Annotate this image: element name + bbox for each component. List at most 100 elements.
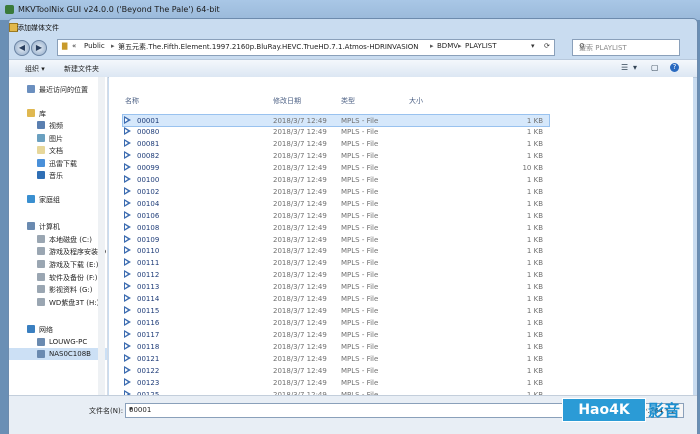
file-row[interactable]: 00111 2018/3/7 12:49 MPLS - File 1 KB: [123, 257, 549, 268]
file-row[interactable]: 00080 2018/3/7 12:49 MPLS - File 1 KB: [123, 126, 549, 137]
file-row[interactable]: 00108 2018/3/7 12:49 MPLS - File 1 KB: [123, 222, 549, 233]
drive-icon: [37, 285, 45, 293]
dropdown-icon[interactable]: ▾: [531, 42, 535, 50]
sidebar-scrollbar[interactable]: [98, 77, 105, 395]
file-type: MPLS - File: [341, 175, 379, 184]
breadcrumb-public[interactable]: Public: [84, 42, 105, 50]
file-row[interactable]: 00115 2018/3/7 12:49 MPLS - File 1 KB: [123, 305, 549, 316]
file-row[interactable]: 00099 2018/3/7 12:49 MPLS - File 10 KB: [123, 162, 549, 173]
sidebar-item-label: 本地磁盘 (C:): [49, 236, 92, 244]
sidebar-item[interactable]: NAS0C108B: [9, 348, 107, 360]
sidebar-item-label: WD紫盘3T (H:): [49, 299, 100, 307]
file-type: MPLS - File: [341, 235, 379, 244]
file-row[interactable]: 00104 2018/3/7 12:49 MPLS - File 1 KB: [123, 198, 549, 209]
sidebar-item[interactable]: 游戏及下载 (E:): [9, 258, 107, 270]
file-row[interactable]: 00102 2018/3/7 12:49 MPLS - File 1 KB: [123, 186, 549, 197]
new-folder-button[interactable]: 新建文件夹: [64, 64, 99, 74]
file-size: 1 KB: [526, 117, 543, 125]
view-options-icon[interactable]: ☰: [621, 63, 628, 72]
file-row[interactable]: 00110 2018/3/7 12:49 MPLS - File 1 KB: [123, 245, 549, 256]
sidebar-item[interactable]: 库: [9, 107, 107, 119]
back-arrow-icon[interactable]: ◀: [14, 40, 30, 56]
sidebar-item[interactable]: 最近访问的位置: [9, 83, 107, 95]
sidebar-item[interactable]: 家庭组: [9, 193, 107, 205]
sidebar-item[interactable]: 游戏及程序安装(D: [9, 245, 107, 257]
forward-arrow-icon[interactable]: ▶: [31, 40, 47, 56]
file-date: 2018/3/7 12:49: [273, 117, 327, 125]
search-input[interactable]: 搜索 PLAYLIST ⚲: [572, 39, 680, 56]
column-header-date[interactable]: 修改日期: [273, 96, 301, 106]
sidebar-item[interactable]: LOUWG-PC: [9, 336, 107, 348]
preview-pane-icon[interactable]: ▢: [651, 63, 659, 72]
file-type: MPLS - File: [341, 355, 379, 363]
organize-menu[interactable]: 组织 ▾: [25, 64, 45, 74]
file-name: 00117: [137, 331, 160, 340]
sidebar-item-label: 软件及备份 (F:): [49, 274, 98, 282]
sidebar-item[interactable]: 软件及备份 (F:): [9, 271, 107, 283]
file-row[interactable]: 00081 2018/3/7 12:49 MPLS - File 1 KB: [123, 138, 549, 149]
media-file-icon: [124, 365, 131, 374]
help-icon[interactable]: ?: [670, 63, 679, 72]
file-row[interactable]: 00116 2018/3/7 12:49 MPLS - File 1 KB: [123, 317, 549, 328]
file-row[interactable]: 00100 2018/3/7 12:49 MPLS - File 1 KB: [123, 174, 549, 185]
chevron-down-icon[interactable]: ▾: [129, 405, 565, 413]
sidebar-item[interactable]: 音乐: [9, 169, 107, 181]
sidebar-item[interactable]: 本地磁盘 (C:): [9, 233, 107, 245]
network-icon: [27, 325, 35, 333]
file-type: MPLS - File: [341, 283, 379, 292]
file-row[interactable]: 00118 2018/3/7 12:49 MPLS - File 1 KB: [123, 341, 549, 352]
media-file-icon: [124, 330, 131, 339]
column-header-name[interactable]: 名称: [125, 96, 139, 106]
file-type: MPLS - File: [341, 331, 379, 340]
file-size: 1 KB: [526, 378, 543, 387]
sidebar-item[interactable]: 影视资料 (G:): [9, 283, 107, 295]
sidebar-item[interactable]: 文档: [9, 144, 107, 156]
column-header-type[interactable]: 类型: [341, 96, 355, 106]
sidebar-item[interactable]: 网络: [9, 323, 107, 335]
drive-icon: [37, 235, 45, 243]
media-file-icon: [124, 282, 131, 291]
file-row[interactable]: 00106 2018/3/7 12:49 MPLS - File 1 KB: [123, 210, 549, 221]
file-date: 2018/3/7 12:49: [273, 319, 327, 328]
file-row[interactable]: 00109 2018/3/7 12:49 MPLS - File 1 KB: [123, 234, 549, 245]
sidebar-item[interactable]: 图片: [9, 132, 107, 144]
file-row[interactable]: 00117 2018/3/7 12:49 MPLS - File 1 KB: [123, 329, 549, 340]
search-icon[interactable]: ⚲: [579, 42, 676, 51]
chevron-down-icon[interactable]: ▾: [633, 63, 637, 72]
sidebar-item[interactable]: 迅雷下载: [9, 157, 107, 169]
sidebar-item-label: 文档: [49, 147, 63, 155]
file-name: 00080: [137, 127, 160, 136]
sidebar-item-label: 图片: [49, 135, 63, 143]
thunder-download-icon: [37, 159, 45, 167]
file-row[interactable]: 00112 2018/3/7 12:49 MPLS - File 1 KB: [123, 269, 549, 280]
file-row[interactable]: 00121 2018/3/7 12:49 MPLS - File 1 KB: [123, 353, 549, 364]
file-size: 1 KB: [526, 343, 543, 352]
refresh-icon[interactable]: ⟳: [544, 42, 550, 50]
watermark-logo: Hao4K 影音: [562, 395, 692, 425]
breadcrumb-movie-folder[interactable]: 第五元素.The.Fifth.Element.1997.2160p.BluRay…: [118, 42, 419, 52]
file-date: 2018/3/7 12:49: [273, 175, 327, 184]
sidebar-item[interactable]: 计算机: [9, 220, 107, 232]
file-row[interactable]: 00122 2018/3/7 12:49 MPLS - File 1 KB: [123, 365, 549, 376]
file-date: 2018/3/7 12:49: [273, 331, 327, 340]
sidebar-item[interactable]: WD紫盘3T (H:): [9, 296, 107, 308]
file-row[interactable]: 00114 2018/3/7 12:49 MPLS - File 1 KB: [123, 293, 549, 304]
filename-input[interactable]: 00001 ▾: [125, 403, 569, 418]
media-file-icon: [124, 246, 131, 255]
media-file-icon: [124, 116, 131, 124]
address-bar[interactable]: ▇ « Public ▸ 第五元素.The.Fifth.Element.1997…: [57, 39, 555, 56]
breadcrumb-bdmv[interactable]: BDMV: [437, 42, 458, 50]
breadcrumb-playlist[interactable]: PLAYLIST: [465, 42, 497, 50]
media-file-icon: [124, 210, 131, 219]
breadcrumb-overflow[interactable]: «: [72, 42, 76, 50]
sidebar-item-label: 网络: [39, 326, 53, 334]
file-type: MPLS - File: [341, 163, 379, 172]
sidebar-item[interactable]: 视频: [9, 119, 107, 131]
file-row[interactable]: 00123 2018/3/7 12:49 MPLS - File 1 KB: [123, 377, 549, 388]
file-name: 00109: [137, 235, 160, 244]
file-row[interactable]: 00113 2018/3/7 12:49 MPLS - File 1 KB: [123, 281, 549, 292]
column-header-size[interactable]: 大小: [409, 96, 423, 106]
file-row[interactable]: 00082 2018/3/7 12:49 MPLS - File 1 KB: [123, 150, 549, 161]
file-date: 2018/3/7 12:49: [273, 139, 327, 148]
sidebar-item-label: 最近访问的位置: [39, 86, 88, 94]
